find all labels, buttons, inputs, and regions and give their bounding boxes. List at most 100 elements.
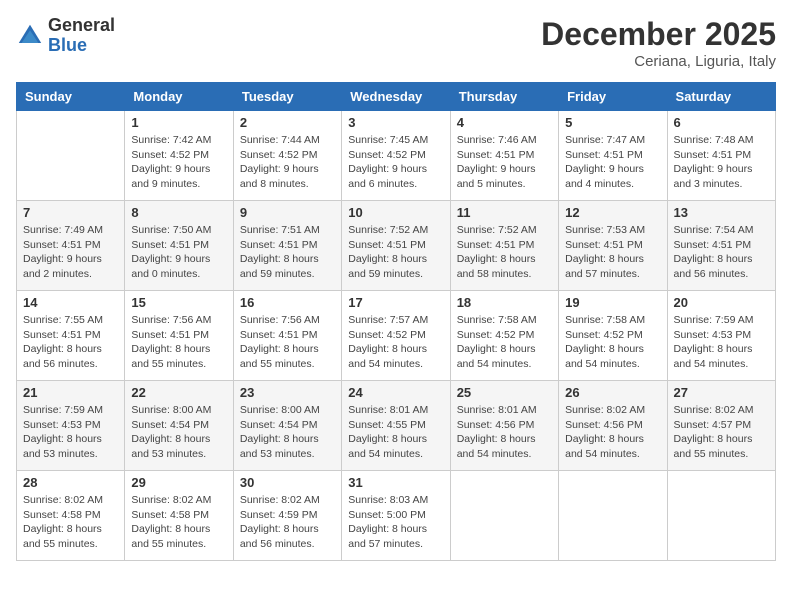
day-info: Sunrise: 7:57 AM Sunset: 4:52 PM Dayligh… (348, 313, 443, 372)
day-cell: 17Sunrise: 7:57 AM Sunset: 4:52 PM Dayli… (342, 291, 450, 381)
day-number: 15 (131, 295, 226, 310)
week-row-5: 28 Sunrise: 8:02 AM Sunset: 4:58 PM Dayli… (17, 471, 776, 561)
day-cell (559, 471, 667, 561)
day-number: 14 (23, 295, 118, 310)
day-cell: 10 Sunrise: 7:52 AM Sunset: 4:51 PM Dayli… (342, 201, 450, 291)
day-cell: 19 Sunrise: 7:58 AM Sunset: 4:52 PM Dayli… (559, 291, 667, 381)
day-number: 12 (565, 205, 660, 220)
day-number: 7 (23, 205, 118, 220)
day-cell: 11 Sunrise: 7:52 AM Sunset: 4:51 PM Dayli… (450, 201, 558, 291)
day-number: 29 (131, 475, 226, 490)
day-info: Sunrise: 7:55 AM Sunset: 4:51 PM Dayligh… (23, 313, 118, 372)
day-cell (17, 111, 125, 201)
month-title: December 2025 (541, 16, 776, 53)
day-number: 10 (348, 205, 443, 220)
day-info: Sunrise: 7:52 AM Sunset: 4:51 PM Dayligh… (457, 223, 552, 282)
day-cell: 5Sunrise: 7:47 AM Sunset: 4:51 PM Daylig… (559, 111, 667, 201)
header-row: SundayMondayTuesdayWednesdayThursdayFrid… (17, 83, 776, 111)
day-cell (667, 471, 775, 561)
day-info: Sunrise: 8:02 AM Sunset: 4:58 PM Dayligh… (131, 493, 226, 552)
day-cell: 13 Sunrise: 7:54 AM Sunset: 4:51 PM Dayli… (667, 201, 775, 291)
day-number: 27 (674, 385, 769, 400)
day-cell: 3Sunrise: 7:45 AM Sunset: 4:52 PM Daylig… (342, 111, 450, 201)
day-cell: 26Sunrise: 8:02 AM Sunset: 4:56 PM Dayli… (559, 381, 667, 471)
day-cell: 22 Sunrise: 8:00 AM Sunset: 4:54 PM Dayli… (125, 381, 233, 471)
day-number: 3 (348, 115, 443, 130)
day-info: Sunrise: 7:53 AM Sunset: 4:51 PM Dayligh… (565, 223, 660, 282)
day-info: Sunrise: 7:44 AM Sunset: 4:52 PM Dayligh… (240, 133, 335, 192)
calendar-table: SundayMondayTuesdayWednesdayThursdayFrid… (16, 82, 776, 561)
logo-text: General Blue (48, 16, 115, 56)
day-number: 30 (240, 475, 335, 490)
day-cell: 8 Sunrise: 7:50 AM Sunset: 4:51 PM Daylig… (125, 201, 233, 291)
day-cell: 1Sunrise: 7:42 AM Sunset: 4:52 PM Daylig… (125, 111, 233, 201)
day-number: 8 (131, 205, 226, 220)
day-info: Sunrise: 7:49 AM Sunset: 4:51 PM Dayligh… (23, 223, 118, 282)
title-block: December 2025 Ceriana, Liguria, Italy (541, 16, 776, 70)
day-info: Sunrise: 7:59 AM Sunset: 4:53 PM Dayligh… (674, 313, 769, 372)
week-row-4: 21 Sunrise: 7:59 AM Sunset: 4:53 PM Dayli… (17, 381, 776, 471)
header-cell-saturday: Saturday (667, 83, 775, 111)
day-number: 28 (23, 475, 118, 490)
page-header: General Blue December 2025 Ceriana, Ligu… (16, 16, 776, 70)
day-cell: 28 Sunrise: 8:02 AM Sunset: 4:58 PM Dayli… (17, 471, 125, 561)
day-number: 4 (457, 115, 552, 130)
day-info: Sunrise: 7:56 AM Sunset: 4:51 PM Dayligh… (240, 313, 335, 372)
week-row-2: 7 Sunrise: 7:49 AM Sunset: 4:51 PM Daylig… (17, 201, 776, 291)
day-cell: 18 Sunrise: 7:58 AM Sunset: 4:52 PM Dayli… (450, 291, 558, 381)
day-cell: 31Sunrise: 8:03 AM Sunset: 5:00 PM Dayli… (342, 471, 450, 561)
header-cell-tuesday: Tuesday (233, 83, 341, 111)
day-cell: 15 Sunrise: 7:56 AM Sunset: 4:51 PM Dayli… (125, 291, 233, 381)
day-cell: 21 Sunrise: 7:59 AM Sunset: 4:53 PM Dayli… (17, 381, 125, 471)
header-cell-wednesday: Wednesday (342, 83, 450, 111)
day-cell: 24Sunrise: 8:01 AM Sunset: 4:55 PM Dayli… (342, 381, 450, 471)
header-cell-friday: Friday (559, 83, 667, 111)
day-info: Sunrise: 7:48 AM Sunset: 4:51 PM Dayligh… (674, 133, 769, 192)
day-cell: 25Sunrise: 8:01 AM Sunset: 4:56 PM Dayli… (450, 381, 558, 471)
day-cell: 6 Sunrise: 7:48 AM Sunset: 4:51 PM Daylig… (667, 111, 775, 201)
day-number: 21 (23, 385, 118, 400)
day-info: Sunrise: 8:01 AM Sunset: 4:56 PM Dayligh… (457, 403, 552, 462)
day-cell: 30 Sunrise: 8:02 AM Sunset: 4:59 PM Dayli… (233, 471, 341, 561)
location: Ceriana, Liguria, Italy (541, 53, 776, 70)
day-number: 6 (674, 115, 769, 130)
day-cell: 16 Sunrise: 7:56 AM Sunset: 4:51 PM Dayli… (233, 291, 341, 381)
logo-icon (16, 22, 44, 50)
day-info: Sunrise: 7:58 AM Sunset: 4:52 PM Dayligh… (457, 313, 552, 372)
day-info: Sunrise: 7:56 AM Sunset: 4:51 PM Dayligh… (131, 313, 226, 372)
day-cell: 7 Sunrise: 7:49 AM Sunset: 4:51 PM Daylig… (17, 201, 125, 291)
day-number: 19 (565, 295, 660, 310)
day-number: 11 (457, 205, 552, 220)
day-info: Sunrise: 8:02 AM Sunset: 4:59 PM Dayligh… (240, 493, 335, 552)
day-number: 5 (565, 115, 660, 130)
day-info: Sunrise: 7:59 AM Sunset: 4:53 PM Dayligh… (23, 403, 118, 462)
day-info: Sunrise: 8:02 AM Sunset: 4:56 PM Dayligh… (565, 403, 660, 462)
logo: General Blue (16, 16, 115, 56)
day-info: Sunrise: 8:00 AM Sunset: 4:54 PM Dayligh… (131, 403, 226, 462)
day-number: 18 (457, 295, 552, 310)
day-number: 13 (674, 205, 769, 220)
day-info: Sunrise: 7:54 AM Sunset: 4:51 PM Dayligh… (674, 223, 769, 282)
day-info: Sunrise: 7:52 AM Sunset: 4:51 PM Dayligh… (348, 223, 443, 282)
week-row-1: 1Sunrise: 7:42 AM Sunset: 4:52 PM Daylig… (17, 111, 776, 201)
day-number: 9 (240, 205, 335, 220)
day-info: Sunrise: 8:02 AM Sunset: 4:57 PM Dayligh… (674, 403, 769, 462)
day-cell: 20Sunrise: 7:59 AM Sunset: 4:53 PM Dayli… (667, 291, 775, 381)
day-number: 22 (131, 385, 226, 400)
day-cell: 12 Sunrise: 7:53 AM Sunset: 4:51 PM Dayli… (559, 201, 667, 291)
day-number: 16 (240, 295, 335, 310)
day-cell: 2Sunrise: 7:44 AM Sunset: 4:52 PM Daylig… (233, 111, 341, 201)
day-info: Sunrise: 8:02 AM Sunset: 4:58 PM Dayligh… (23, 493, 118, 552)
day-info: Sunrise: 7:58 AM Sunset: 4:52 PM Dayligh… (565, 313, 660, 372)
day-cell: 14 Sunrise: 7:55 AM Sunset: 4:51 PM Dayli… (17, 291, 125, 381)
day-info: Sunrise: 8:00 AM Sunset: 4:54 PM Dayligh… (240, 403, 335, 462)
day-info: Sunrise: 7:46 AM Sunset: 4:51 PM Dayligh… (457, 133, 552, 192)
header-cell-monday: Monday (125, 83, 233, 111)
week-row-3: 14 Sunrise: 7:55 AM Sunset: 4:51 PM Dayli… (17, 291, 776, 381)
day-number: 31 (348, 475, 443, 490)
day-cell (450, 471, 558, 561)
day-number: 1 (131, 115, 226, 130)
day-info: Sunrise: 7:50 AM Sunset: 4:51 PM Dayligh… (131, 223, 226, 282)
header-cell-thursday: Thursday (450, 83, 558, 111)
day-cell: 4 Sunrise: 7:46 AM Sunset: 4:51 PM Daylig… (450, 111, 558, 201)
